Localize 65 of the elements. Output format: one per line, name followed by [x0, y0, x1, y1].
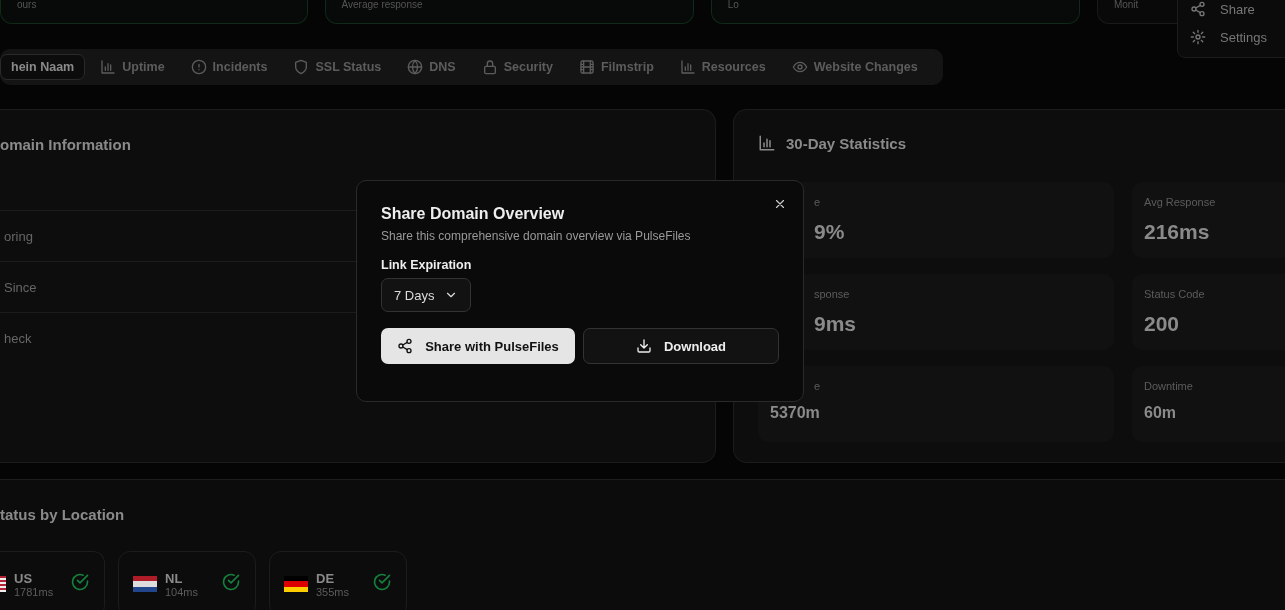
- panel-title: omain Information: [0, 135, 131, 153]
- flag-icon: [0, 576, 6, 592]
- stat-value: 60m: [1144, 404, 1177, 422]
- summary-card: Average response: [324, 0, 694, 24]
- latency: 1781ms: [14, 585, 55, 598]
- panel-title: 30-Day Statistics: [786, 134, 907, 152]
- stat-label: e: [814, 196, 821, 208]
- globe-icon: [407, 59, 424, 75]
- dialog-title: Share Domain Overview: [381, 205, 566, 223]
- stat-label: sponse: [814, 288, 850, 300]
- download-icon: [635, 338, 652, 354]
- stat-label: Avg Response: [1144, 196, 1216, 208]
- dialog-description: Share this comprehensive domain overview via PulseFiles: [381, 229, 692, 243]
- section-title: tatus by Location: [0, 506, 126, 523]
- latency: 355ms: [316, 585, 351, 598]
- tab[interactable]: hein Naam: [0, 54, 86, 80]
- bar-chart-icon: [100, 59, 117, 75]
- eye-icon: [791, 59, 808, 75]
- stat-label: Status Code: [1144, 288, 1205, 300]
- download-button[interactable]: Download: [583, 328, 779, 364]
- location-code: US: [14, 570, 34, 586]
- row-label: Since: [3, 279, 37, 295]
- tab[interactable]: Security: [470, 53, 564, 81]
- share-button[interactable]: Share with PulseFiles: [381, 328, 575, 364]
- bar-chart-icon: [758, 134, 776, 152]
- share-icon: [1190, 1, 1206, 17]
- close-icon: [773, 197, 787, 211]
- shield-icon: [293, 59, 310, 75]
- tab[interactable]: Filmstrip: [568, 53, 665, 81]
- field-label: Link Expiration: [381, 258, 473, 272]
- summary-card: Lo: [710, 0, 1080, 24]
- close-button[interactable]: [773, 197, 787, 211]
- row-label: heck: [3, 330, 32, 346]
- lock-icon: [481, 59, 498, 75]
- film-icon: [579, 59, 595, 75]
- stat-value: 200: [1144, 312, 1180, 336]
- stat-value: 9ms: [814, 312, 857, 336]
- expiration-select[interactable]: 7 Days: [381, 278, 472, 312]
- tab[interactable]: Uptime: [89, 53, 176, 81]
- alert-circle-icon: [190, 59, 207, 75]
- menu-item[interactable]: Share: [1178, 0, 1285, 23]
- menu-item[interactable]: Settings: [1178, 23, 1285, 51]
- stat-value: 9%: [814, 220, 845, 244]
- tab[interactable]: Resources: [668, 53, 777, 81]
- tab[interactable]: Incidents: [179, 53, 279, 81]
- gear-icon: [1190, 29, 1206, 45]
- tab[interactable]: Website Changes: [780, 53, 929, 81]
- stat-label: Downtime: [1144, 380, 1193, 392]
- flag-icon: [284, 576, 308, 592]
- location-code: DE: [316, 570, 336, 586]
- bar-chart-icon: [679, 59, 696, 75]
- stat-label: e: [814, 380, 821, 392]
- tab[interactable]: SSL Status: [282, 53, 393, 81]
- check-circle-icon: [372, 572, 392, 592]
- check-circle-icon: [70, 572, 90, 592]
- stat-value: 216ms: [1144, 220, 1210, 244]
- share-icon: [397, 338, 414, 354]
- summary-card: ours: [0, 0, 308, 24]
- stat-value: 5370m: [770, 404, 820, 422]
- tab[interactable]: DNS: [396, 53, 467, 81]
- flag-icon: [133, 576, 157, 592]
- row-label: oring: [3, 228, 33, 244]
- location-code: NL: [165, 570, 184, 586]
- check-circle-icon: [221, 572, 241, 592]
- latency: 104ms: [165, 585, 200, 598]
